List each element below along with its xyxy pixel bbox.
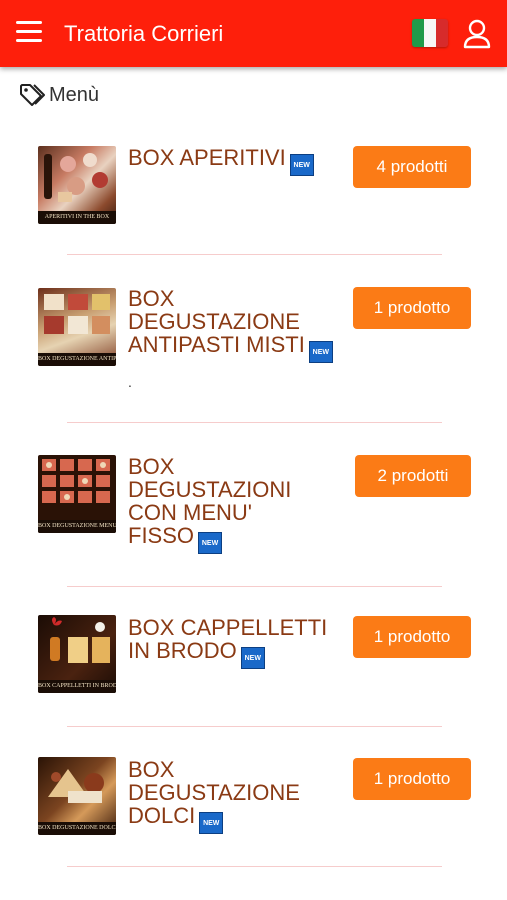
list-item[interactable]: BOX DEGUSTAZIONE MENU FISSO BOX DEGUSTAZ… bbox=[0, 424, 507, 587]
product-image[interactable]: BOX CAPPELLETTI IN BRODO bbox=[38, 615, 116, 693]
app-header: Trattoria Corrieri bbox=[0, 0, 507, 67]
category-name[interactable]: BOX DEGUSTAZIONI CON MENU' FISSO NEW bbox=[128, 455, 314, 554]
new-icon: NEW bbox=[198, 532, 223, 554]
new-icon: NEW bbox=[199, 812, 224, 834]
product-image[interactable]: BOX DEGUSTAZIONE ANTIPASTI bbox=[38, 288, 116, 366]
list-item[interactable]: BOX CAPPELLETTI IN BRODO BOX CAPPELLETTI… bbox=[0, 587, 507, 727]
category-name[interactable]: BOX CAPPELLETTI IN BRODO NEW bbox=[128, 616, 342, 669]
list-item[interactable]: APERITIVI IN THE BOX BOX APERITIVI NEW 4 … bbox=[0, 120, 507, 256]
image-caption: BOX DEGUSTAZIONE DOLCI bbox=[38, 822, 116, 835]
tag-icon bbox=[20, 84, 45, 106]
menu-icon[interactable] bbox=[16, 21, 44, 47]
category-name[interactable]: BOX APERITIVI NEW bbox=[128, 146, 342, 176]
product-count-button[interactable]: 2 prodotti bbox=[355, 455, 471, 497]
breadcrumb-label: Menù bbox=[49, 83, 100, 106]
image-caption: BOX DEGUSTAZIONE ANTIPASTI bbox=[38, 353, 116, 366]
category-name-text: BOX APERITIVI bbox=[128, 145, 286, 170]
category-name-text: BOX DEGUSTAZIONE ANTIPASTI MISTI bbox=[128, 286, 305, 357]
app-title: Trattoria Corrieri bbox=[64, 21, 224, 46]
image-caption: APERITIVI IN THE BOX bbox=[38, 211, 116, 224]
product-count-button[interactable]: 1 prodotto bbox=[353, 616, 471, 658]
category-note: . bbox=[128, 374, 132, 390]
category-name-text: BOX CAPPELLETTI IN BRODO bbox=[128, 615, 328, 663]
new-icon: NEW bbox=[289, 154, 314, 176]
divider bbox=[67, 866, 442, 867]
category-name[interactable]: BOX DEGUSTAZIONE ANTIPASTI MISTI NEW bbox=[128, 287, 342, 363]
product-image[interactable]: APERITIVI IN THE BOX bbox=[38, 146, 116, 224]
divider bbox=[67, 422, 442, 423]
product-count-button[interactable]: 1 prodotto bbox=[353, 758, 471, 800]
breadcrumb: Menù bbox=[19, 82, 99, 108]
list-item[interactable]: BOX DEGUSTAZIONE ANTIPASTI BOX DEGUSTAZI… bbox=[0, 256, 507, 424]
list-item[interactable]: BOX DEGUSTAZIONE DOLCI BOX DEGUSTAZIONE … bbox=[0, 727, 507, 867]
divider bbox=[67, 254, 442, 255]
product-count-button[interactable]: 4 prodotti bbox=[353, 146, 471, 188]
product-count-button[interactable]: 1 prodotto bbox=[353, 287, 471, 329]
user-icon[interactable] bbox=[462, 18, 492, 50]
category-name[interactable]: BOX DEGUSTAZIONE DOLCI NEW bbox=[128, 758, 342, 834]
new-icon: NEW bbox=[308, 341, 333, 363]
product-image[interactable]: BOX DEGUSTAZIONE DOLCI bbox=[38, 757, 116, 835]
image-caption: BOX CAPPELLETTI IN BRODO bbox=[38, 680, 116, 693]
image-caption: BOX DEGUSTAZIONE MENU FISSO bbox=[38, 520, 116, 533]
new-icon: NEW bbox=[240, 647, 265, 669]
product-image[interactable]: BOX DEGUSTAZIONE MENU FISSO bbox=[38, 455, 116, 533]
italian-flag-icon[interactable] bbox=[412, 19, 448, 47]
